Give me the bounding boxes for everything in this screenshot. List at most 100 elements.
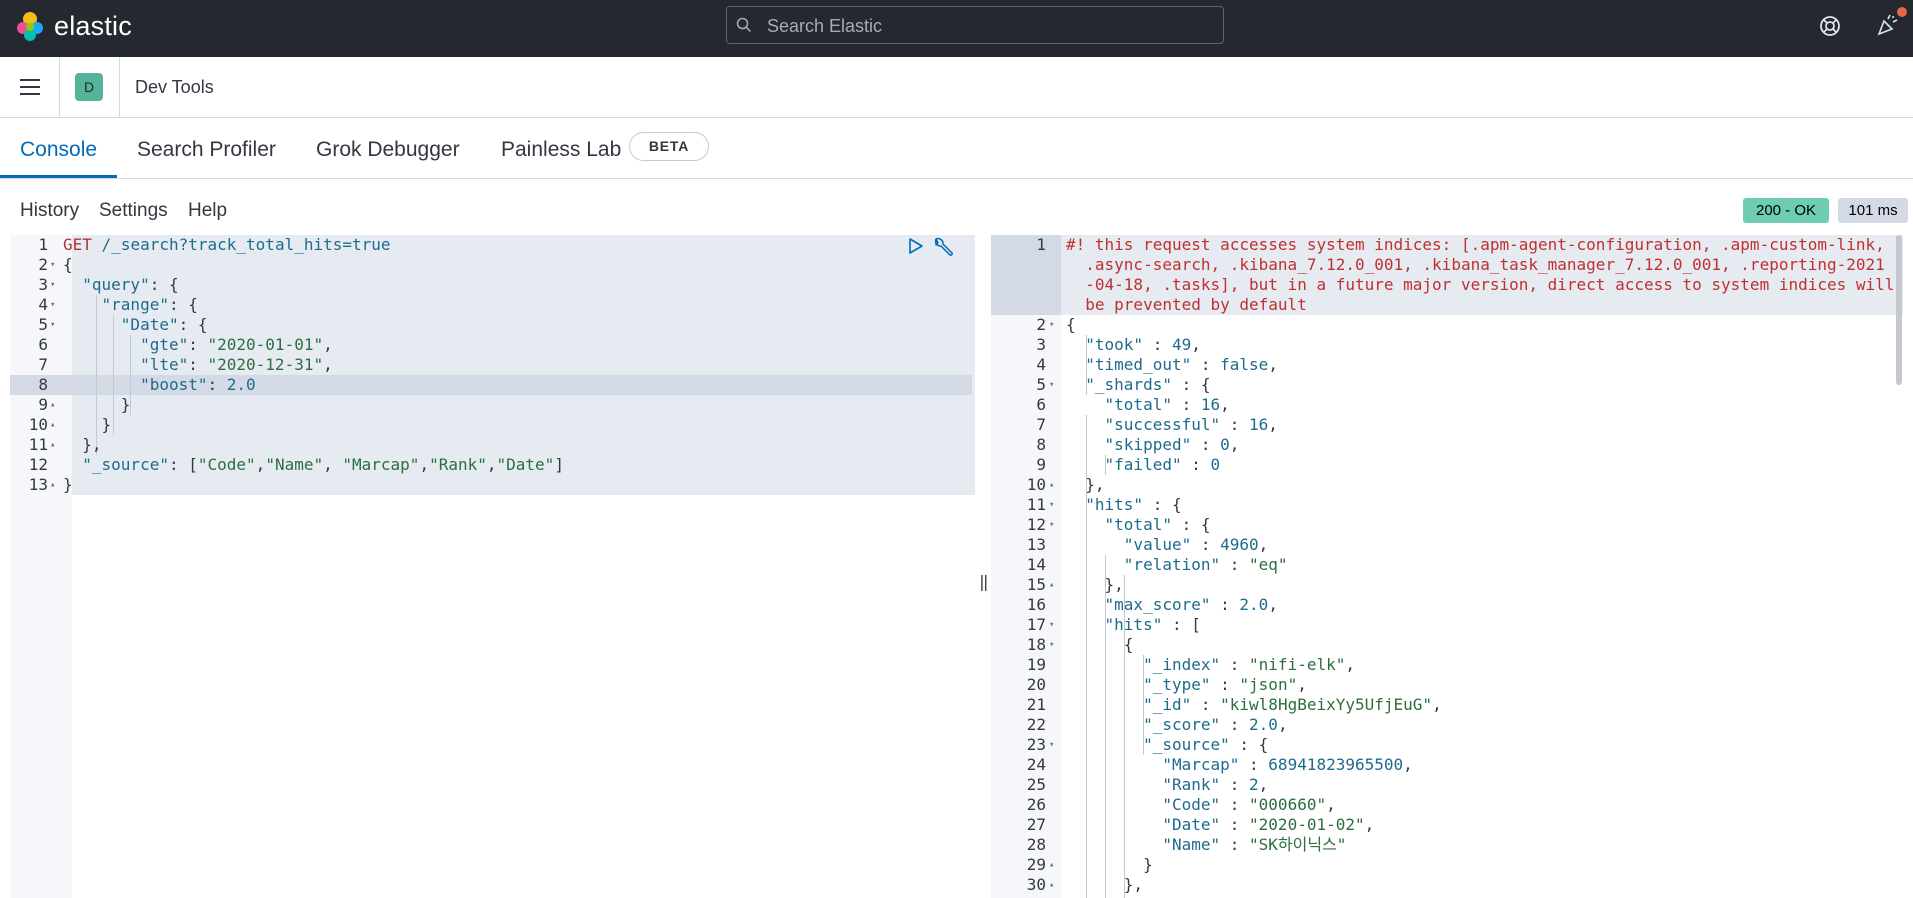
tab-search-profiler[interactable]: Search Profiler	[137, 138, 276, 162]
fold-toggle-icon[interactable]: ▾	[1049, 515, 1054, 535]
token: :	[1220, 795, 1250, 814]
token: ,	[1268, 595, 1278, 614]
code-line: 5 ▾ "_shards" : {	[991, 375, 1913, 395]
fold-toggle-icon[interactable]: ▴	[1049, 575, 1054, 595]
token: ,	[1432, 695, 1442, 714]
token: }	[63, 415, 112, 434]
token: false	[1220, 355, 1269, 374]
code-line: 18 ▾ {	[991, 635, 1913, 655]
code-line: 4 "timed_out" : false,	[991, 355, 1913, 375]
fold-toggle-icon[interactable]: ▾	[1049, 375, 1054, 395]
fold-toggle-icon[interactable]: ▴	[50, 475, 55, 495]
app-header: D Dev Tools	[0, 57, 1913, 118]
code-text: "_source": ["Code","Name", "Marcap","Ran…	[63, 455, 564, 475]
token: {	[1066, 635, 1134, 654]
line-number: 22	[1026, 715, 1046, 734]
token: 2	[1249, 775, 1259, 794]
response-scrollbar[interactable]	[1896, 235, 1902, 385]
token: ,	[1326, 795, 1336, 814]
hamburger-menu-icon[interactable]	[20, 78, 40, 96]
token: :	[1191, 695, 1221, 714]
code-text: }	[1066, 855, 1153, 875]
line-number: 28	[1026, 835, 1046, 854]
token: :	[1220, 655, 1250, 674]
help-icon[interactable]	[1818, 14, 1842, 38]
fold-toggle-icon[interactable]: ▴	[1049, 475, 1054, 495]
token: }	[1066, 855, 1153, 874]
fold-toggle-icon[interactable]: ▾	[50, 255, 55, 275]
search-input[interactable]	[765, 7, 1219, 45]
token: :	[1239, 755, 1269, 774]
token: "lte"	[140, 355, 189, 374]
fold-toggle-icon[interactable]: ▴	[1049, 875, 1054, 895]
fold-toggle-icon[interactable]: ▾	[1049, 495, 1054, 515]
request-editor[interactable]: 1 GET /_search?track_total_hits=true 2 ▾{3 ▾…	[10, 235, 982, 898]
token: "json"	[1239, 675, 1298, 694]
status-badge: 200 - OK	[1743, 198, 1829, 223]
drag-handle-icon[interactable]: ‖	[979, 572, 989, 591]
code-line: 21 "_id" : "kiwl8HgBeixYy5UfjEuG",	[991, 695, 1913, 715]
wrench-icon[interactable]	[932, 236, 954, 258]
line-number: 5	[38, 315, 48, 334]
token: GET	[63, 235, 92, 254]
token: "Date"	[120, 315, 179, 334]
help-link[interactable]: Help	[188, 200, 227, 222]
code-line: 23 ▾ "_source" : {	[991, 735, 1913, 755]
space-avatar[interactable]: D	[75, 73, 103, 101]
token: 49	[1171, 335, 1192, 354]
code-line: 6 "total" : 16,	[991, 395, 1913, 415]
fold-toggle-icon[interactable]: ▴	[50, 415, 55, 435]
fold-toggle-icon[interactable]: ▾	[1049, 635, 1054, 655]
response-output[interactable]: 1 #! this request accesses system indices…	[991, 235, 1913, 898]
token: }	[63, 395, 131, 414]
tab-painless-lab[interactable]: Painless Lab	[501, 138, 621, 162]
settings-link[interactable]: Settings	[99, 200, 168, 222]
newsfeed-icon[interactable]	[1876, 13, 1900, 37]
code-text: {	[1066, 635, 1134, 655]
token: 0	[1210, 455, 1221, 474]
global-search[interactable]	[726, 6, 1224, 45]
tab-console[interactable]: Console	[20, 138, 97, 162]
fold-toggle-icon[interactable]: ▾	[50, 275, 55, 295]
token: : {	[1171, 515, 1211, 534]
tab-grok-debugger[interactable]: Grok Debugger	[316, 138, 460, 162]
fold-toggle-icon[interactable]: ▾	[1049, 735, 1054, 755]
token: "Date"	[496, 455, 555, 474]
token: "timed_out"	[1085, 355, 1192, 374]
code-line: 16 "max_score" : 2.0,	[991, 595, 1913, 615]
token: "Marcap"	[342, 455, 420, 474]
line-number: 12	[1026, 515, 1046, 534]
fold-toggle-icon[interactable]: ▾	[1049, 615, 1054, 635]
token: "2020-01-02"	[1249, 815, 1365, 834]
code-line: 6 "gte": "2020-01-01",	[10, 335, 972, 355]
code-text: "gte": "2020-01-01",	[63, 335, 333, 355]
line-number: 6	[1036, 395, 1046, 414]
panel-resize-handle[interactable]	[975, 235, 991, 898]
play-icon[interactable]	[908, 237, 924, 255]
line-number: 2	[38, 255, 48, 274]
token: },	[63, 435, 102, 454]
fold-toggle-icon[interactable]: ▴	[1049, 855, 1054, 875]
token: },	[1066, 575, 1124, 594]
fold-toggle-icon[interactable]: ▾	[1049, 315, 1054, 335]
fold-toggle-icon[interactable]: ▾	[50, 315, 55, 335]
elastic-logo[interactable]: elastic	[14, 10, 132, 42]
fold-toggle-icon[interactable]: ▴	[50, 395, 55, 415]
code-line: 14 "relation" : "eq"	[991, 555, 1913, 575]
fold-toggle-icon[interactable]: ▴	[50, 435, 55, 455]
code-line: 9 "failed" : 0	[991, 455, 1913, 475]
line-number: 30	[1026, 875, 1046, 894]
history-link[interactable]: History	[20, 200, 79, 222]
line-number: 1	[38, 235, 48, 254]
warning-text: be prevented by default	[1066, 295, 1307, 314]
fold-toggle-icon[interactable]: ▾	[50, 295, 55, 315]
